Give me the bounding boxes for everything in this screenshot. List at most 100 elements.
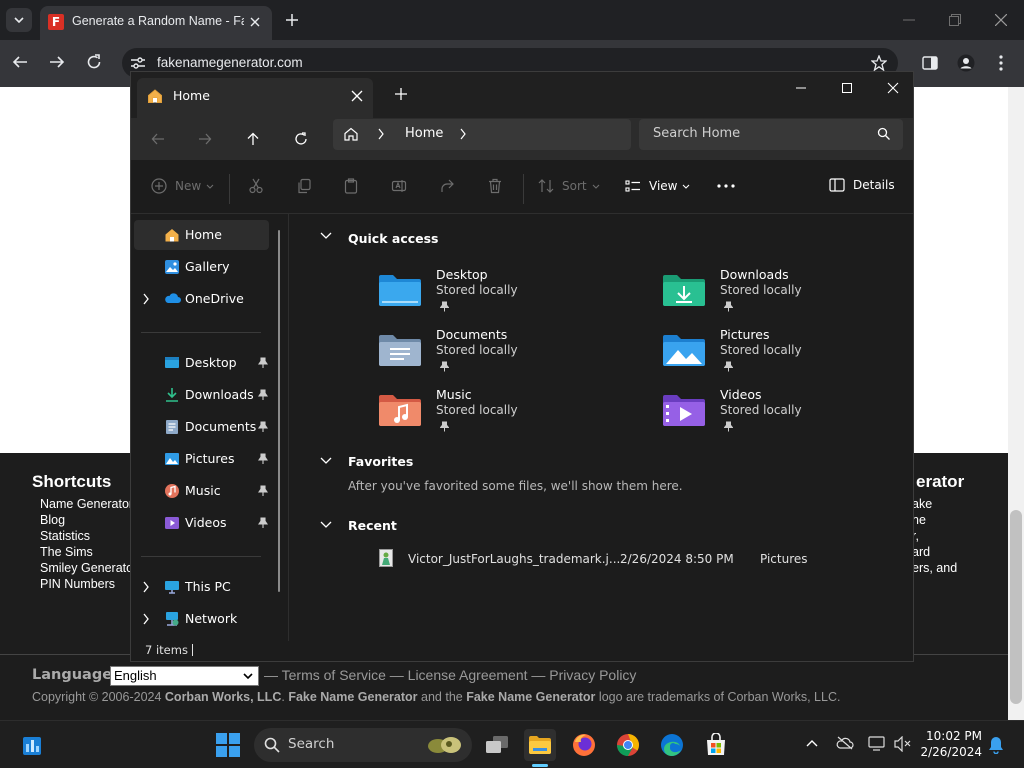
close-icon[interactable]: [349, 88, 365, 104]
url-text[interactable]: fakenamegenerator.com: [157, 55, 303, 70]
taskbar-clock-time[interactable]: 10:02 PM: [916, 729, 982, 743]
copy-icon[interactable]: [296, 178, 312, 194]
quick-access-status: Stored locally: [720, 403, 802, 417]
details-button[interactable]: Details: [829, 178, 895, 192]
file-explorer-taskbar-icon[interactable]: [524, 729, 556, 761]
forward-arrow-icon[interactable]: [49, 54, 65, 70]
nav-item-network[interactable]: Network: [134, 604, 269, 634]
microsoft-store-icon[interactable]: [700, 729, 732, 761]
notification-bell-icon[interactable]: [988, 736, 1004, 754]
more-options-icon[interactable]: [717, 184, 735, 188]
nav-item-videos[interactable]: Videos: [134, 508, 269, 538]
shortcut-link[interactable]: Blog: [40, 513, 65, 527]
rename-icon[interactable]: [391, 178, 407, 194]
network-status-icon[interactable]: [868, 736, 886, 752]
onedrive-offline-icon[interactable]: [836, 736, 854, 750]
nav-item-pictures[interactable]: Pictures: [134, 444, 269, 474]
shortcut-link[interactable]: Name Generator: [40, 497, 133, 511]
quick-access-downloads[interactable]: Downloads Stored locally: [662, 267, 912, 319]
edge-icon[interactable]: [656, 729, 688, 761]
quick-access-documents[interactable]: Documents Stored locally: [378, 327, 628, 379]
tab-search-button[interactable]: [6, 8, 32, 32]
footer-links[interactable]: — Terms of Service — License Agreement —…: [264, 667, 636, 683]
site-settings-icon[interactable]: [130, 56, 146, 70]
nav-item-onedrive[interactable]: OneDrive: [134, 284, 269, 314]
new-button[interactable]: New: [151, 178, 214, 194]
explorer-nav-bar: Home Search Home: [131, 118, 913, 160]
language-select[interactable]: English: [110, 666, 259, 686]
shortcut-link[interactable]: Statistics: [40, 529, 90, 543]
quick-access-desktop[interactable]: Desktop Stored locally: [378, 267, 628, 319]
maximize-icon[interactable]: [837, 78, 857, 98]
shortcut-link[interactable]: The Sims: [40, 545, 93, 559]
bookmark-star-icon[interactable]: [871, 55, 887, 71]
new-tab-plus-icon[interactable]: [393, 86, 409, 102]
pane-splitter[interactable]: [288, 214, 289, 641]
chevron-right-icon[interactable]: [142, 613, 150, 625]
recent-chevron-down-icon[interactable]: [320, 521, 332, 529]
taskbar-search-box[interactable]: Search: [254, 728, 472, 762]
nav-item-documents[interactable]: Documents: [134, 412, 269, 442]
page-scrollbar-thumb[interactable]: [1010, 510, 1022, 704]
back-arrow-icon[interactable]: [147, 128, 169, 150]
view-button[interactable]: View: [625, 178, 690, 194]
more-menu-icon[interactable]: [999, 55, 1003, 71]
chevron-right-icon[interactable]: [459, 128, 467, 140]
favorites-chevron-down-icon[interactable]: [320, 457, 332, 465]
volume-muted-icon[interactable]: [894, 736, 912, 752]
back-arrow-icon[interactable]: [12, 54, 28, 70]
browser-tab[interactable]: F Generate a Random Name - Fake Name Gen…: [40, 6, 272, 40]
shortcut-link[interactable]: Smiley Generator: [40, 561, 137, 575]
forward-arrow-icon[interactable]: [194, 128, 216, 150]
browser-restore-icon[interactable]: [945, 10, 965, 30]
nav-item-this-pc[interactable]: This PC: [134, 572, 269, 602]
tab-close-icon[interactable]: [246, 13, 264, 31]
recent-heading[interactable]: Recent: [348, 518, 397, 533]
shortcut-link[interactable]: PIN Numbers: [40, 577, 115, 591]
explorer-tab-home[interactable]: Home: [137, 78, 373, 118]
browser-minimize-icon[interactable]: [899, 10, 919, 30]
close-icon[interactable]: [883, 78, 903, 98]
profile-avatar-icon[interactable]: [957, 54, 975, 72]
refresh-icon[interactable]: [290, 128, 312, 150]
address-crumb-home[interactable]: Home: [405, 126, 443, 141]
task-view-icon[interactable]: [481, 729, 513, 761]
explorer-address-bar[interactable]: Home: [333, 119, 631, 150]
quick-access-heading[interactable]: Quick access: [348, 231, 439, 246]
sort-button[interactable]: Sort: [538, 178, 600, 194]
cut-icon[interactable]: [248, 178, 264, 194]
favorites-heading[interactable]: Favorites: [348, 454, 413, 469]
explorer-search-box[interactable]: Search Home: [639, 119, 903, 150]
nav-item-downloads[interactable]: Downloads: [134, 380, 269, 410]
chevron-up-icon[interactable]: [806, 739, 818, 747]
nav-item-home[interactable]: Home: [134, 220, 269, 250]
quick-access-music[interactable]: Music Stored locally: [378, 387, 628, 439]
delete-icon[interactable]: [487, 178, 503, 194]
shortcuts-heading: Shortcuts: [32, 472, 112, 491]
side-panel-icon[interactable]: [922, 55, 938, 71]
recent-file-name[interactable]: Victor_JustForLaughs_trademark.j...: [408, 552, 620, 566]
new-tab-plus-icon[interactable]: [282, 10, 302, 30]
quick-access-videos[interactable]: Videos Stored locally: [662, 387, 912, 439]
reload-icon[interactable]: [86, 54, 102, 70]
firefox-icon[interactable]: [568, 729, 600, 761]
nav-item-desktop[interactable]: Desktop: [134, 348, 269, 378]
browser-close-icon[interactable]: [991, 10, 1011, 30]
start-windows-icon[interactable]: [212, 729, 244, 761]
active-app-indicator: [532, 764, 548, 767]
chevron-right-icon[interactable]: [142, 293, 150, 305]
minimize-icon[interactable]: [791, 78, 811, 98]
widgets-icon[interactable]: [16, 729, 48, 761]
nav-pane-scrollbar[interactable]: [278, 230, 280, 592]
chevron-right-icon[interactable]: [142, 581, 150, 593]
nav-item-music[interactable]: Music: [134, 476, 269, 506]
up-arrow-icon[interactable]: [242, 128, 264, 150]
quick-access-pictures[interactable]: Pictures Stored locally: [662, 327, 912, 379]
taskbar-clock-date[interactable]: 2/26/2024: [916, 745, 982, 759]
nav-item-gallery[interactable]: Gallery: [134, 252, 269, 282]
gallery-icon: [165, 260, 179, 274]
paste-icon[interactable]: [343, 178, 359, 194]
share-icon[interactable]: [439, 178, 455, 194]
chrome-icon[interactable]: [612, 729, 644, 761]
quick-access-chevron-down-icon[interactable]: [320, 232, 332, 240]
